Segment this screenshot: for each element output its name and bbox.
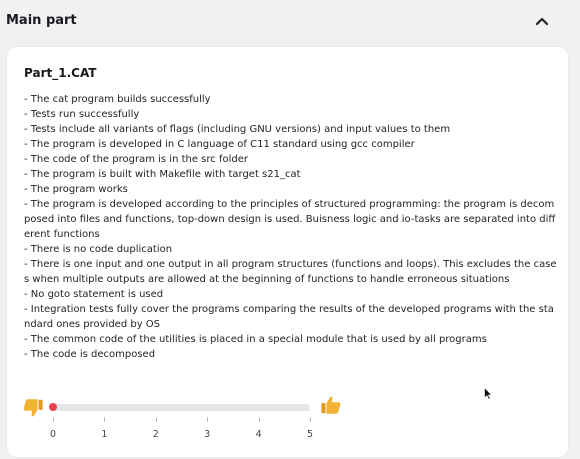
criteria-item: - The program is developed in C language… xyxy=(24,139,415,150)
thumbs-down-icon[interactable] xyxy=(22,397,44,419)
criteria-item: - The code is decomposed xyxy=(24,349,156,360)
tick-mark xyxy=(155,417,157,422)
thumbs-up-icon[interactable] xyxy=(320,394,342,416)
criteria-card: Part_1.CAT - The cat program builds succ… xyxy=(7,47,568,457)
tick-mark xyxy=(104,417,106,422)
criteria-item: - The cat program builds successfully xyxy=(24,94,211,105)
rating-slider[interactable] xyxy=(49,403,310,411)
criteria-item: - There is one input and one output in a… xyxy=(24,259,557,285)
slider-handle[interactable] xyxy=(49,403,57,411)
criteria-item: - Tests include all variants of flags (i… xyxy=(24,124,451,135)
criteria-item: - There is no code duplication xyxy=(24,244,173,255)
tick-mark xyxy=(310,417,311,422)
mouse-cursor-icon xyxy=(484,387,492,400)
section-title: Main part xyxy=(6,13,77,28)
criteria-list: - The cat program builds successfully - … xyxy=(24,92,560,362)
tick-mark xyxy=(258,417,260,422)
criteria-item: - The code of the program is in the src … xyxy=(24,154,248,165)
criteria-item: - The program works xyxy=(24,184,128,195)
criteria-item: - Integration tests fully cover the prog… xyxy=(24,304,554,330)
criteria-item: - The program is built with Makefile wit… xyxy=(24,169,301,180)
criteria-item: - Tests run successfully xyxy=(24,109,140,120)
card-title: Part_1.CAT xyxy=(24,66,97,80)
tick-label: 1 xyxy=(101,429,108,440)
tick-label: 4 xyxy=(255,429,262,440)
tick-label: 3 xyxy=(204,429,211,440)
tick-mark xyxy=(53,417,54,422)
section-header[interactable]: Main part xyxy=(0,0,580,44)
tick-label: 2 xyxy=(152,429,159,440)
tick-label: 5 xyxy=(306,429,314,440)
tick-label: 0 xyxy=(49,429,57,440)
criteria-item: - The program is developed according to … xyxy=(24,199,556,240)
criteria-item: - No goto statement is used xyxy=(24,289,164,300)
criteria-item: - The common code of the utilities is pl… xyxy=(24,334,487,345)
tick-mark xyxy=(207,417,209,422)
chevron-up-icon[interactable] xyxy=(535,16,549,26)
